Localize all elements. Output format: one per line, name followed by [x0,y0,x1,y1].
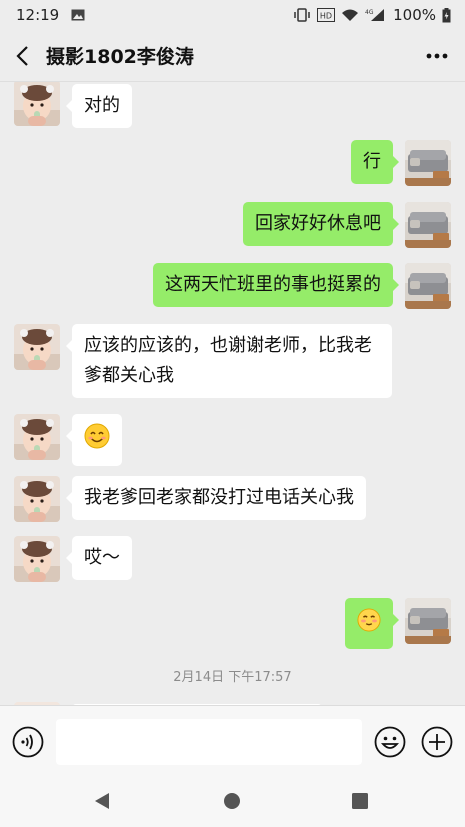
more-button[interactable] [409,30,465,82]
outgoing-bubble[interactable]: 回家好好休息吧 [243,202,399,246]
message-input[interactable] [56,719,362,765]
back-button[interactable] [0,30,46,82]
svg-text:HD: HD [320,12,332,21]
battery-percent: 100% [393,6,436,24]
contact-avatar[interactable] [14,476,60,522]
incoming-bubble[interactable]: 对的 [66,84,132,128]
outgoing-bubble[interactable]: 这两天忙班里的事也挺累的 [153,263,399,307]
emoji-icon [374,726,406,758]
my-avatar[interactable] [405,140,451,186]
plus-button[interactable] [421,726,453,758]
svg-text:4G: 4G [365,9,374,16]
outgoing-bubble[interactable]: 行 [351,140,399,184]
title-bar: 摄影1802李俊涛 [0,30,465,82]
image-notification-icon [71,9,85,21]
emoji-button[interactable] [374,726,406,758]
message-list[interactable]: 对的 行 回家好好休息吧 这两天忙班里的事也挺累的 应该的应该的，也谢谢老师，比… [0,82,465,705]
plus-icon [421,726,453,758]
battery-icon [442,7,451,23]
nav-back-button[interactable] [90,789,114,813]
my-avatar[interactable] [405,263,451,309]
nav-home-button[interactable] [220,789,244,813]
voice-icon [12,726,44,758]
incoming-bubble[interactable]: 应该的应该的，也谢谢老师，比我老爹都关心我 [66,324,392,398]
chat-title: 摄影1802李俊涛 [46,46,194,68]
nav-home-icon [224,793,240,809]
chevron-left-icon [16,45,28,66]
voice-button[interactable] [12,726,44,758]
hd-icon: HD [317,8,336,22]
status-time: 12:19 [16,6,60,24]
status-bar: 12:19 HD 4G 100% [0,0,465,30]
nav-recent-button[interactable] [348,789,372,813]
incoming-bubble[interactable]: 哎～ [66,536,132,580]
nav-back-icon [95,793,109,809]
my-avatar[interactable] [405,202,451,248]
smile-emoji-icon [84,421,110,451]
incoming-bubble[interactable] [66,414,122,466]
outgoing-bubble[interactable] [345,598,399,649]
vibrate-icon [293,8,311,22]
contact-avatar[interactable] [14,414,60,460]
my-avatar[interactable] [405,598,451,644]
contact-avatar[interactable] [14,324,60,370]
contact-avatar[interactable] [14,536,60,582]
system-nav-bar [0,775,465,827]
nav-recent-icon [352,793,368,809]
input-bar [0,705,465,775]
message-timestamp: 2月14日 下午17:57 [173,670,292,685]
cell-signal-icon: 4G [365,8,387,22]
incoming-bubble[interactable]: 我老爹回老家都没打过电话关心我 [66,476,366,520]
contact-avatar[interactable] [14,82,60,126]
more-dots-icon [426,53,448,58]
wifi-icon [341,8,359,22]
blush-emoji-icon [357,605,381,635]
